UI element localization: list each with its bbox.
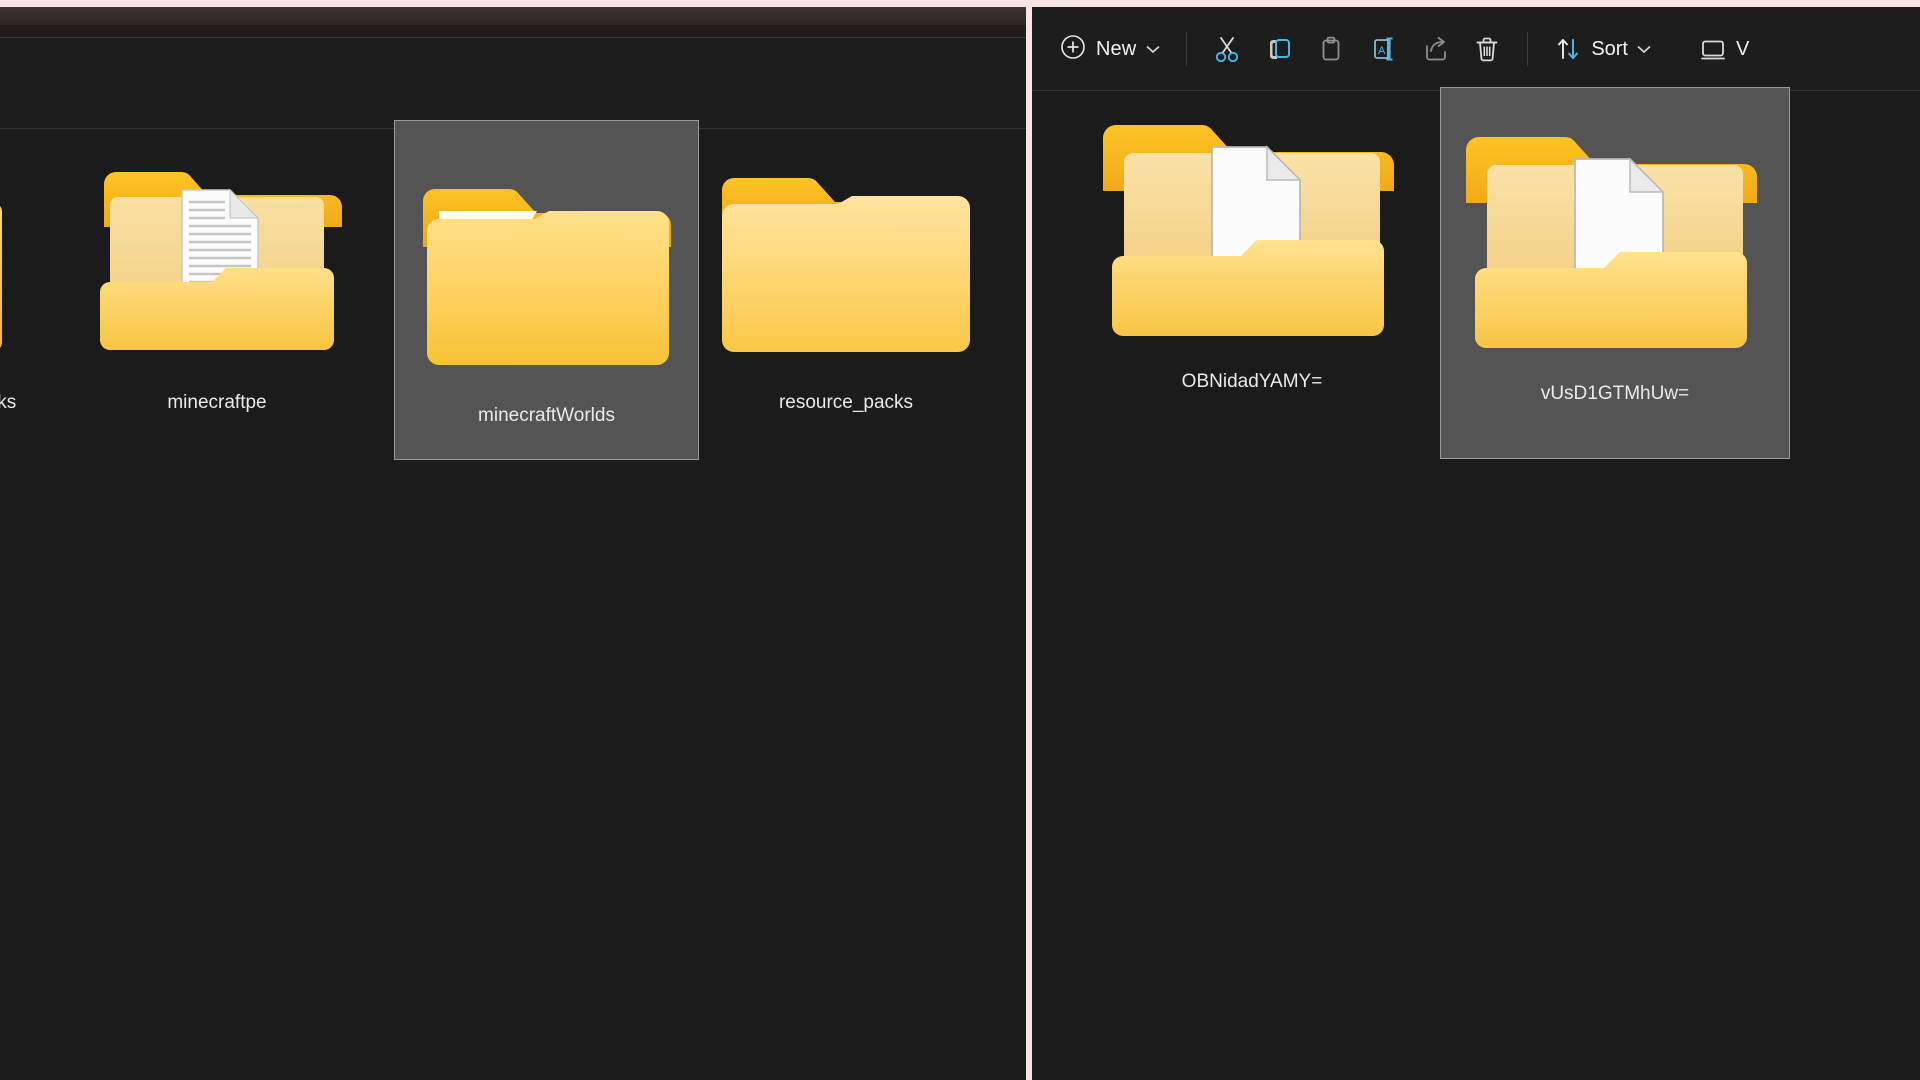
chevron-down-icon [1637, 45, 1651, 54]
right-window-file-grid[interactable]: OBNidadYAMY= vUsD1GTMhUw= [1032, 87, 1920, 1080]
left-window-titlebar[interactable] [0, 7, 1026, 25]
trash-icon [1476, 37, 1498, 62]
left-window-tabstrip[interactable] [0, 25, 1026, 38]
right-window-toolbar: New A Sort V [1032, 7, 1920, 91]
list-item[interactable]: OBNidadYAMY= [1072, 90, 1432, 440]
svg-text:A: A [1378, 45, 1386, 57]
left-window-toolbar[interactable] [0, 38, 1026, 129]
file-explorer-left-window: cks [0, 7, 1026, 1080]
monitor-icon [1699, 35, 1727, 63]
list-item-label: resource_packs [778, 392, 914, 413]
toolbar-divider [1527, 32, 1529, 66]
new-button-label: New [1096, 37, 1137, 60]
folder-open-with-document-icon [1465, 102, 1765, 377]
view-button[interactable]: V [1687, 27, 1761, 71]
sort-arrows-icon [1554, 35, 1582, 63]
list-item[interactable]: resource_packs [716, 132, 976, 452]
file-explorer-right-window: New A Sort V OBNidadYAMY= vUsD1GTMhUw= [1032, 7, 1920, 1080]
share-icon [1426, 36, 1447, 61]
list-item-label: minecraftWorlds [478, 405, 615, 426]
list-item-label: cks [0, 392, 17, 413]
list-item[interactable]: minecraftWorlds [394, 120, 699, 460]
folder-closed-icon [716, 132, 976, 382]
left-window-file-grid[interactable]: cks [0, 120, 1026, 1080]
cut-button[interactable] [1201, 27, 1253, 71]
list-item[interactable]: vUsD1GTMhUw= [1440, 87, 1790, 459]
toolbar-button-row: New A Sort V [1050, 7, 1761, 91]
folder-closed-highlight-icon [417, 143, 677, 393]
rename-icon: A [1374, 37, 1393, 61]
list-item[interactable]: cks [0, 132, 42, 452]
view-button-label: V [1736, 37, 1750, 60]
copy-button[interactable] [1253, 27, 1305, 71]
chevron-down-icon [1146, 45, 1160, 54]
delete-button[interactable] [1461, 27, 1513, 71]
new-button[interactable]: New [1050, 28, 1172, 70]
list-item-label: vUsD1GTMhUw= [1540, 383, 1690, 404]
sort-button[interactable]: Sort [1542, 27, 1663, 71]
copy-icon [1270, 39, 1291, 59]
scissors-icon [1216, 37, 1239, 63]
paste-button[interactable] [1305, 27, 1357, 71]
share-button[interactable] [1409, 27, 1461, 71]
list-item-label: OBNidadYAMY= [1181, 371, 1323, 392]
folder-icon [0, 132, 42, 382]
list-item[interactable]: minecraftpe [92, 132, 342, 452]
rename-button[interactable]: A [1357, 27, 1409, 71]
screenshot-root: cks [0, 0, 1920, 1080]
clipboard-icon [1322, 36, 1340, 61]
plus-circle-icon [1060, 34, 1086, 65]
list-item-label: minecraftpe [167, 392, 267, 413]
toolbar-divider [1186, 32, 1188, 66]
folder-open-with-document-icon [1102, 90, 1402, 365]
folder-open-with-document-icon [92, 132, 342, 382]
sort-button-label: Sort [1591, 37, 1628, 60]
